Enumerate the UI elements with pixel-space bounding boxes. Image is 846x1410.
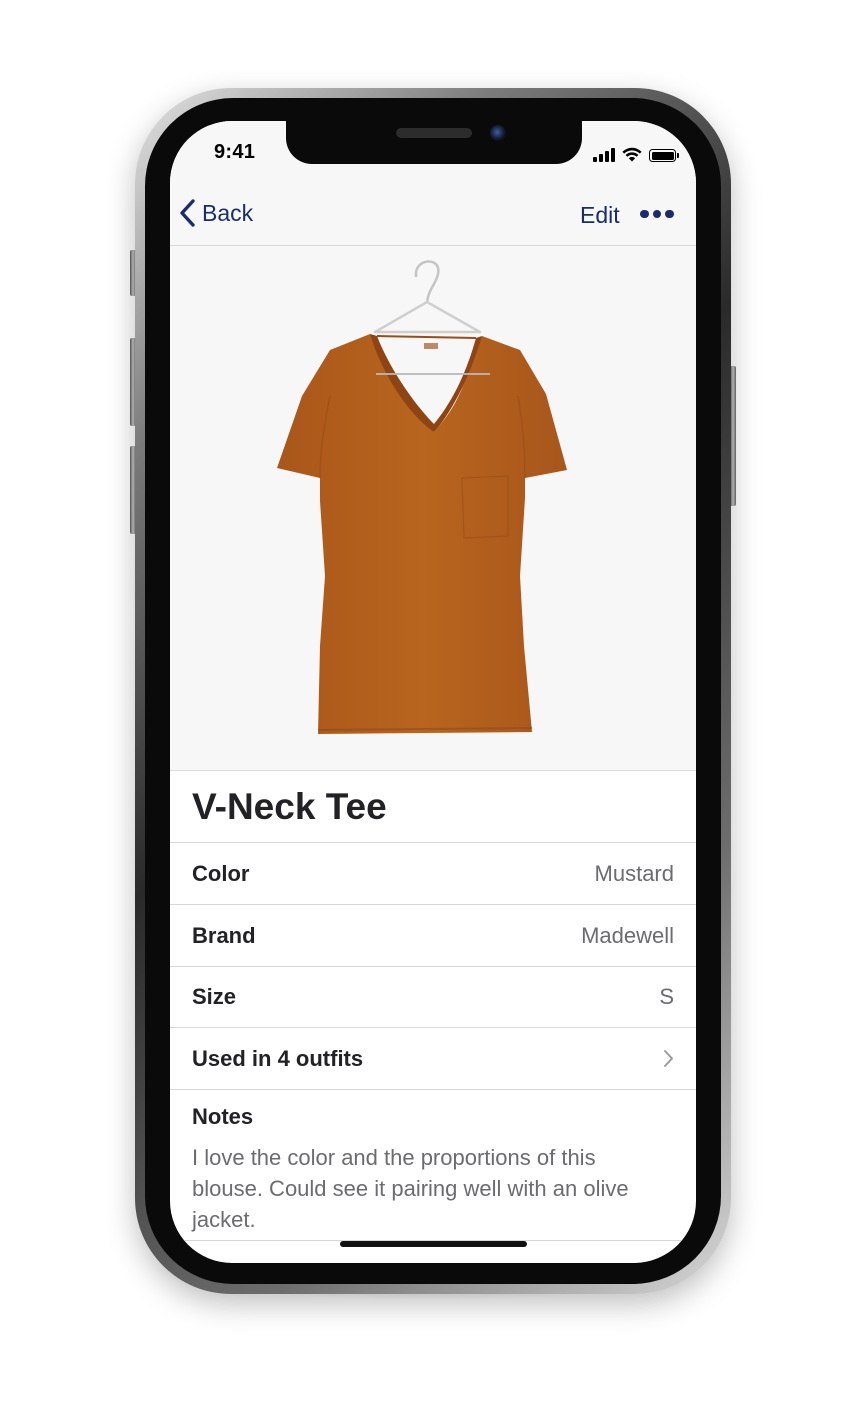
item-title: V-Neck Tee [192,786,387,827]
cellular-signal-icon [593,148,615,162]
used-in-outfits-label: Used in 4 outfits [192,1046,364,1071]
ellipsis-icon-dot [652,209,661,219]
detail-value: Mustard [594,861,674,886]
status-time: 9:41 [214,141,256,163]
used-in-outfits-row[interactable]: Used in 4 outfits [170,1028,696,1090]
notes-section: Notes I love the color and the proportio… [170,1089,696,1241]
device-mockup: 9:41 Back Edit V-Neck Tee Color Mustard … [0,0,846,1410]
more-options-button[interactable] [640,207,674,221]
earpiece-speaker [396,128,472,138]
edit-button[interactable]: Edit [580,202,620,229]
detail-label: Brand [192,923,256,948]
notch [286,121,582,164]
wifi-icon [622,147,642,162]
battery-icon [649,149,679,162]
home-indicator[interactable] [340,1241,527,1247]
item-photo [170,246,696,771]
back-button[interactable]: Back [180,197,253,229]
tshirt-image [277,260,567,734]
chevron-left-icon [180,199,195,227]
phone-screen: 9:41 Back Edit V-Neck Tee Color Mustard … [170,121,696,1263]
status-bar: 9:41 [170,121,696,183]
front-camera [490,125,506,141]
detail-value: S [659,984,674,1009]
detail-label: Size [192,984,237,1009]
detail-row-brand: Brand Madewell [170,905,696,967]
detail-label: Color [192,861,250,886]
detail-value: Madewell [581,923,674,948]
detail-row-color: Color Mustard [170,843,696,905]
detail-row-size: Size S [170,966,696,1028]
back-button-label: Back [202,199,254,226]
notes-label: Notes [192,1104,254,1129]
notes-text: I love the color and the proportions of … [192,1145,629,1232]
navigation-bar: Back Edit [170,183,696,246]
ellipsis-icon-dot [640,209,649,219]
status-icons [593,146,679,162]
ellipsis-icon-dot [665,209,674,219]
item-title-row: V-Neck Tee [170,771,696,843]
chevron-right-icon [664,1050,673,1067]
